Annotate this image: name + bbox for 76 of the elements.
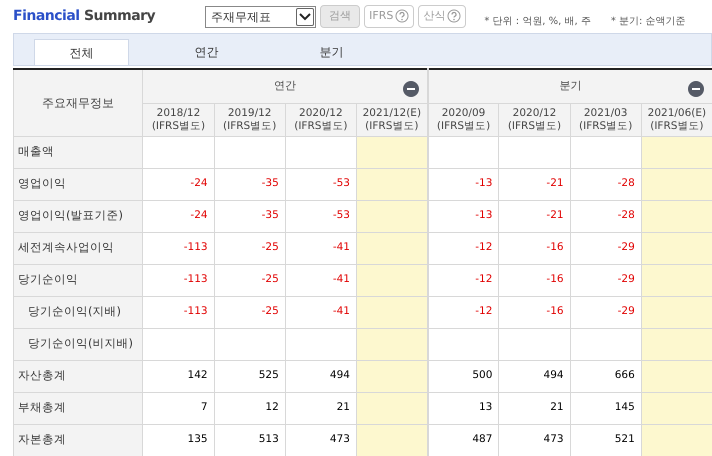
- column-header: 2019/12 (IFRS별도): [214, 103, 286, 136]
- table-cell: -16: [498, 264, 570, 296]
- table-cell: 666: [570, 360, 642, 392]
- row-label: 당기순이익(비지배): [14, 328, 143, 360]
- statement-select[interactable]: 주재무제표: [205, 6, 316, 28]
- tab[interactable]: 전체: [34, 39, 129, 65]
- table-cell: -53: [285, 168, 356, 200]
- column-header: 2020/09 (IFRS별도): [428, 103, 499, 136]
- table-cell: 13: [428, 392, 499, 424]
- table-cell: -21: [498, 168, 570, 200]
- table-cell: -35: [214, 200, 286, 232]
- collapse-icon[interactable]: [402, 80, 419, 98]
- table-cell: 21: [285, 392, 356, 424]
- table-cell: 7: [142, 392, 214, 424]
- page-title: Financial Summary: [13, 7, 156, 26]
- table-cell: -24: [142, 200, 214, 232]
- table-cell: 12: [214, 392, 286, 424]
- row-label: 영업이익: [14, 168, 143, 200]
- row-label: 당기순이익: [14, 264, 143, 296]
- unit-note: * 분기: 순액기준: [610, 15, 686, 29]
- collapse-icon[interactable]: [688, 80, 704, 98]
- column-header: 2018/12 (IFRS별도): [142, 103, 214, 136]
- table-cell: -41: [285, 232, 356, 264]
- table-cell: 500: [428, 360, 499, 392]
- table-cell: -28: [570, 200, 642, 232]
- table-cell: -29: [570, 296, 642, 328]
- table-cell: 494: [498, 360, 570, 392]
- table-cell: 145: [570, 392, 642, 424]
- tab[interactable]: 분기: [284, 39, 379, 65]
- tab[interactable]: 연간: [159, 39, 254, 65]
- group-title: 연간: [274, 79, 296, 92]
- table-cell: -25: [214, 232, 286, 264]
- table-cell: 525: [214, 360, 286, 392]
- table-cell: -113: [142, 232, 214, 264]
- row-label: 부채총계: [14, 392, 143, 424]
- row-label: 당기순이익(지배): [14, 296, 143, 328]
- table-cell: -25: [214, 296, 286, 328]
- row-label: 매출액: [14, 136, 143, 168]
- table-cell: -12: [428, 264, 499, 296]
- table-cell: 487: [428, 424, 499, 456]
- help-icon: [447, 8, 462, 25]
- table-header: 주요재무정보: [14, 69, 143, 136]
- row-label: 자산총계: [14, 360, 143, 392]
- table-cell: -41: [285, 264, 356, 296]
- unit-note: * 단위 : 억원, %, 배, 주: [484, 15, 591, 29]
- table-cell: -35: [214, 168, 286, 200]
- table-cell: -41: [285, 296, 356, 328]
- table-cell: -13: [428, 200, 499, 232]
- table-cell: 494: [285, 360, 356, 392]
- column-header: 2020/12 (IFRS별도): [498, 103, 570, 136]
- table-cell: -24: [142, 168, 214, 200]
- help-icon: [395, 8, 410, 25]
- table-cell: -53: [285, 200, 356, 232]
- column-header: 2021/03 (IFRS별도): [570, 103, 642, 136]
- table-cell: -12: [428, 232, 499, 264]
- column-header: 2020/12 (IFRS별도): [285, 103, 356, 136]
- table-cell: -113: [142, 296, 214, 328]
- group-title: 분기: [559, 79, 582, 92]
- row-label: 세전계속사업이익: [14, 232, 143, 264]
- table-cell: -28: [570, 168, 642, 200]
- table-cell: 21: [498, 392, 570, 424]
- table-cell: -113: [142, 264, 214, 296]
- table-cell: -25: [214, 264, 286, 296]
- row-label: 영업이익(발표기준): [14, 200, 143, 232]
- table-cell: -16: [498, 296, 570, 328]
- table-cell: -12: [428, 296, 499, 328]
- table-cell: -21: [498, 200, 570, 232]
- table-cell: 142: [142, 360, 214, 392]
- table-cell: -29: [570, 264, 642, 296]
- caret-icon: [296, 8, 314, 26]
- table-cell: -13: [428, 168, 499, 200]
- table-cell: -16: [498, 232, 570, 264]
- row-label: 자본총계: [14, 424, 143, 456]
- column-header: 2021/12(E) (IFRS별도): [356, 103, 428, 136]
- table-cell: -29: [570, 232, 642, 264]
- column-header: 2021/06(E) (IFRS별도): [641, 103, 712, 136]
